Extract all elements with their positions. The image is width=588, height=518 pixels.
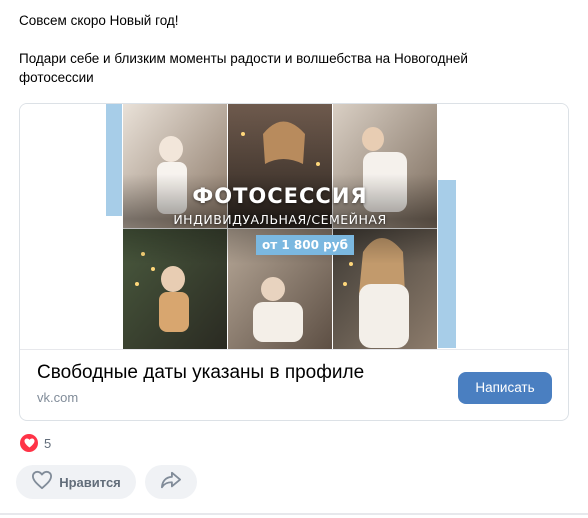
heart-icon-glyph (24, 438, 34, 448)
promo-price-badge: от 1 800 руб (256, 235, 354, 255)
like-label: Нравится (59, 474, 121, 490)
link-attachment-card[interactable]: ФОТОСЕССИЯ ИНДИВИДУАЛЬНАЯ/СЕМЕЙНАЯ от 1 … (19, 103, 569, 421)
promo-title: ФОТОСЕССИЯ (192, 184, 368, 208)
heart-outline-icon (31, 470, 53, 495)
reactions-summary[interactable]: 5 (20, 433, 51, 453)
photo-collage: ФОТОСЕССИЯ ИНДИВИДУАЛЬНАЯ/СЕМЕЙНАЯ от 1 … (123, 104, 437, 349)
post-actions: Нравится (16, 465, 197, 499)
post-text-line: Подари себе и близким моменты радости и … (19, 51, 468, 66)
card-caption[interactable]: Свободные даты указаны в профиле (37, 362, 364, 384)
share-button[interactable] (145, 465, 197, 499)
heart-icon (20, 434, 38, 452)
card-domain[interactable]: vk.com (37, 390, 78, 405)
post-text: Совсем скоро Новый год! Подари себе и бл… (19, 11, 539, 87)
like-button[interactable]: Нравится (16, 465, 136, 499)
post-text-line: фотосессии (19, 70, 94, 85)
promo-subtitle: ИНДИВИДУАЛЬНАЯ/СЕМЕЙНАЯ (173, 212, 387, 227)
post-text-line: Совсем скоро Новый год! (19, 13, 179, 28)
promo-image[interactable]: ФОТОСЕССИЯ ИНДИВИДУАЛЬНАЯ/СЕМЕЙНАЯ от 1 … (20, 104, 568, 350)
share-arrow-icon (160, 470, 182, 495)
accent-bar (106, 104, 122, 216)
write-button[interactable]: Написать (458, 372, 552, 404)
divider (0, 513, 588, 515)
accent-bar (438, 180, 456, 348)
post: Совсем скоро Новый год! Подари себе и бл… (0, 0, 588, 518)
reaction-count: 5 (44, 435, 52, 451)
share-arrow-glyph (161, 471, 181, 488)
heart-outline-glyph (32, 470, 53, 489)
